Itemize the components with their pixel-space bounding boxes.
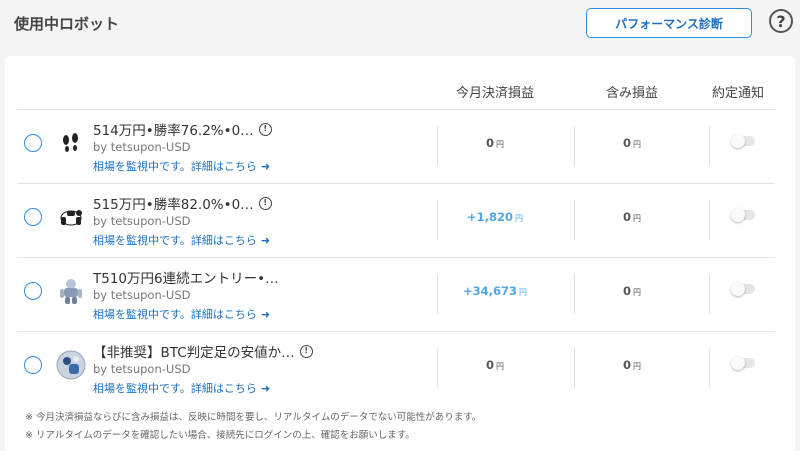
toggle-knob	[731, 208, 745, 222]
notify-toggle[interactable]	[731, 356, 755, 370]
robot-name: 514万円•勝率76.2%•0… !	[93, 119, 272, 139]
arrow-right-icon: ➜	[260, 159, 271, 173]
column-divider	[709, 126, 710, 166]
column-divider	[437, 200, 438, 240]
column-divider	[437, 126, 438, 166]
header-unrealized-pl: 含み損益	[605, 86, 659, 101]
performance-diagnosis-button[interactable]: パフォーマンス診断	[586, 8, 752, 38]
monthly-pl-value: 0円	[485, 358, 505, 372]
robot-figure-icon	[56, 276, 86, 306]
unrealized-pl-value: 0円	[622, 136, 642, 150]
column-divider	[574, 274, 575, 314]
robot-row: T510万円6連続エントリー•… by tetsupon-USD 相場を監視中で…	[17, 258, 775, 332]
arrow-right-icon: ➜	[260, 307, 271, 321]
monthly-pl-value: 0円	[485, 136, 505, 150]
robot-name: 515万円•勝率82.0%•0… !	[93, 193, 272, 213]
footnote: ※ 今月決済損益ならびに含み損益は、反映に時間を要し、リアルタイムのデータでない…	[25, 412, 482, 423]
arrow-right-icon: ➜	[260, 233, 271, 247]
column-divider	[437, 348, 438, 388]
photo-avatar-icon	[56, 350, 86, 380]
robot-status-link[interactable]: 相場を監視中です。詳細はこちら ➜	[93, 158, 270, 174]
notify-toggle[interactable]	[731, 208, 755, 222]
monthly-pl-value: +34,673 円	[462, 284, 528, 298]
robot-row: 515万円•勝率82.0%•0… ! by tetsupon-USD 相場を監視…	[17, 184, 775, 258]
column-divider	[574, 126, 575, 166]
robot-author: by tetsupon-USD	[93, 214, 191, 228]
page-title: 使用中ロボット	[14, 15, 120, 33]
robot-select-radio[interactable]	[24, 356, 42, 374]
robot-status-link[interactable]: 相場を監視中です。詳細はこちら ➜	[93, 306, 270, 322]
robot-row: 514万円•勝率76.2%•0… ! by tetsupon-USD 相場を監視…	[17, 110, 775, 184]
footnote: ※ リアルタイムのデータを確認したい場合、接続先にログインの上、確認をお願いしま…	[25, 430, 415, 441]
robot-select-radio[interactable]	[24, 134, 42, 152]
panda-icon	[56, 202, 86, 232]
footprints-icon	[56, 128, 86, 158]
notify-toggle[interactable]	[731, 282, 755, 296]
column-divider	[709, 200, 710, 240]
column-divider	[709, 348, 710, 388]
help-icon: ?	[776, 11, 786, 31]
robot-author: by tetsupon-USD	[93, 140, 191, 154]
column-divider	[709, 274, 710, 314]
robot-author: by tetsupon-USD	[93, 288, 191, 302]
column-divider	[574, 200, 575, 240]
info-icon[interactable]: !	[258, 196, 272, 210]
toggle-knob	[731, 134, 745, 148]
monthly-pl-value: +1,820 円	[466, 210, 524, 224]
robot-status-link[interactable]: 相場を監視中です。詳細はこちら ➜	[93, 232, 270, 248]
column-divider	[437, 274, 438, 314]
robot-status-link[interactable]: 相場を監視中です。詳細はこちら ➜	[93, 380, 270, 396]
robot-select-radio[interactable]	[24, 208, 42, 226]
robot-select-radio[interactable]	[24, 282, 42, 300]
notify-toggle[interactable]	[731, 134, 755, 148]
toggle-knob	[731, 282, 745, 296]
robot-author: by tetsupon-USD	[93, 362, 191, 376]
toggle-knob	[731, 356, 745, 370]
robot-row: 【非推奨】BTC判定足の安値か… ! by tetsupon-USD 相場を監視…	[17, 332, 775, 405]
robot-name: 【非推奨】BTC判定足の安値か… !	[93, 341, 313, 361]
help-button[interactable]: ?	[769, 9, 793, 33]
arrow-right-icon: ➜	[260, 381, 271, 395]
header-monthly-pl: 今月決済損益	[455, 86, 535, 101]
unrealized-pl-value: 0円	[622, 210, 642, 224]
header-notify: 約定通知	[711, 86, 765, 101]
robot-name: T510万円6連続エントリー•…	[93, 271, 279, 287]
unrealized-pl-value: 0円	[622, 358, 642, 372]
robots-panel: 今月決済損益 含み損益 約定通知 514万円•勝率76.2%•0… ! by t…	[5, 56, 795, 451]
column-divider	[574, 348, 575, 388]
info-icon[interactable]: !	[299, 344, 313, 358]
unrealized-pl-value: 0円	[622, 284, 642, 298]
info-icon[interactable]: !	[258, 122, 272, 136]
